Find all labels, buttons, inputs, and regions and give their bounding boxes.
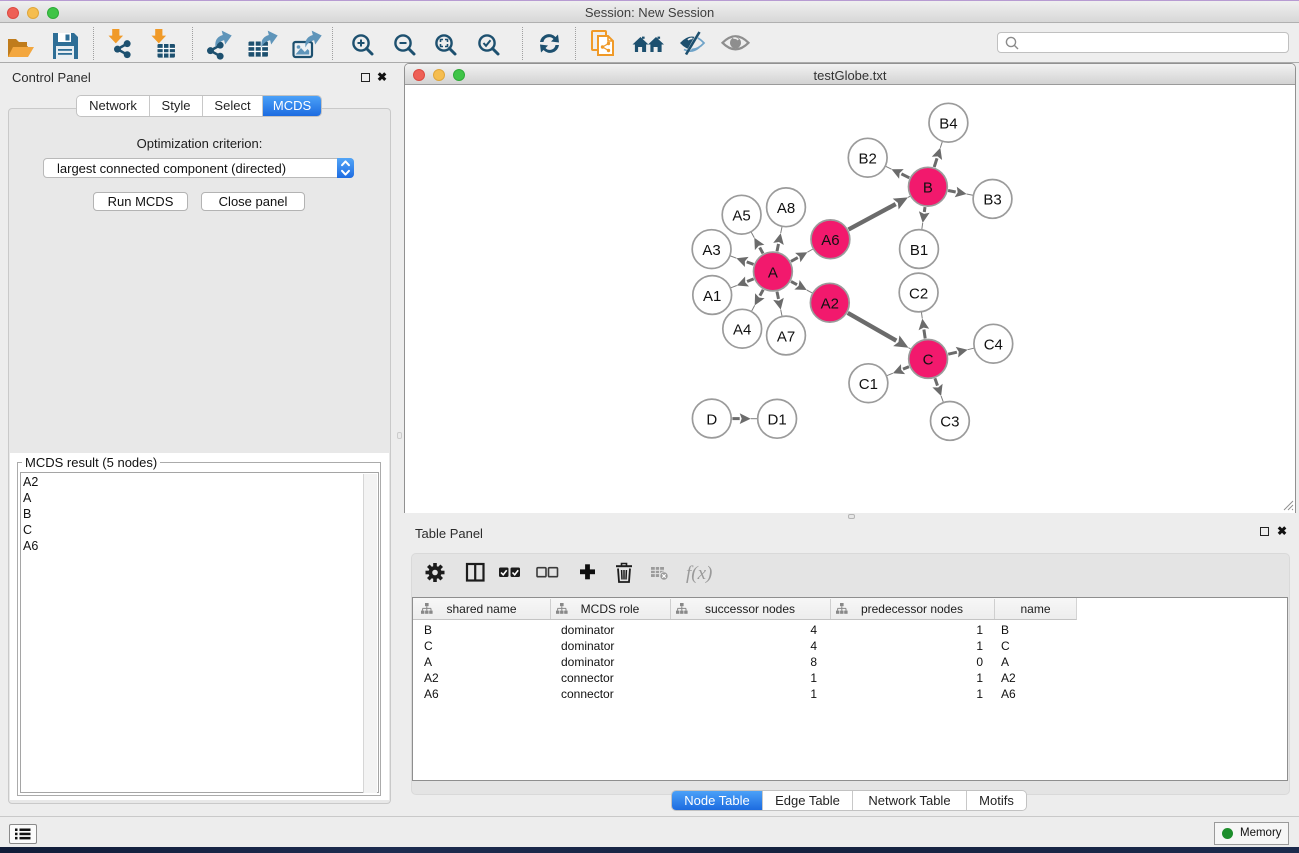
svg-text:A4: A4 [733,321,751,338]
svg-text:A: A [768,264,778,281]
svg-text:D: D [706,411,717,428]
svg-text:B1: B1 [910,242,928,259]
svg-text:A2: A2 [821,295,839,312]
svg-text:B4: B4 [939,115,957,132]
svg-text:C3: C3 [940,414,959,431]
svg-text:A7: A7 [777,328,795,345]
svg-text:A6: A6 [821,232,839,249]
svg-text:B: B [923,179,933,196]
svg-text:C1: C1 [859,376,878,393]
svg-text:A8: A8 [777,200,795,217]
svg-text:A1: A1 [703,288,721,305]
svg-text:C: C [923,352,934,369]
svg-text:f(x): f(x) [686,563,712,584]
svg-text:C4: C4 [984,336,1003,353]
svg-text:A3: A3 [702,242,720,259]
svg-text:C2: C2 [909,285,928,302]
svg-text:B2: B2 [859,150,877,167]
svg-text:D1: D1 [768,412,787,429]
svg-text:A5: A5 [732,207,750,224]
svg-text:B3: B3 [983,192,1001,209]
